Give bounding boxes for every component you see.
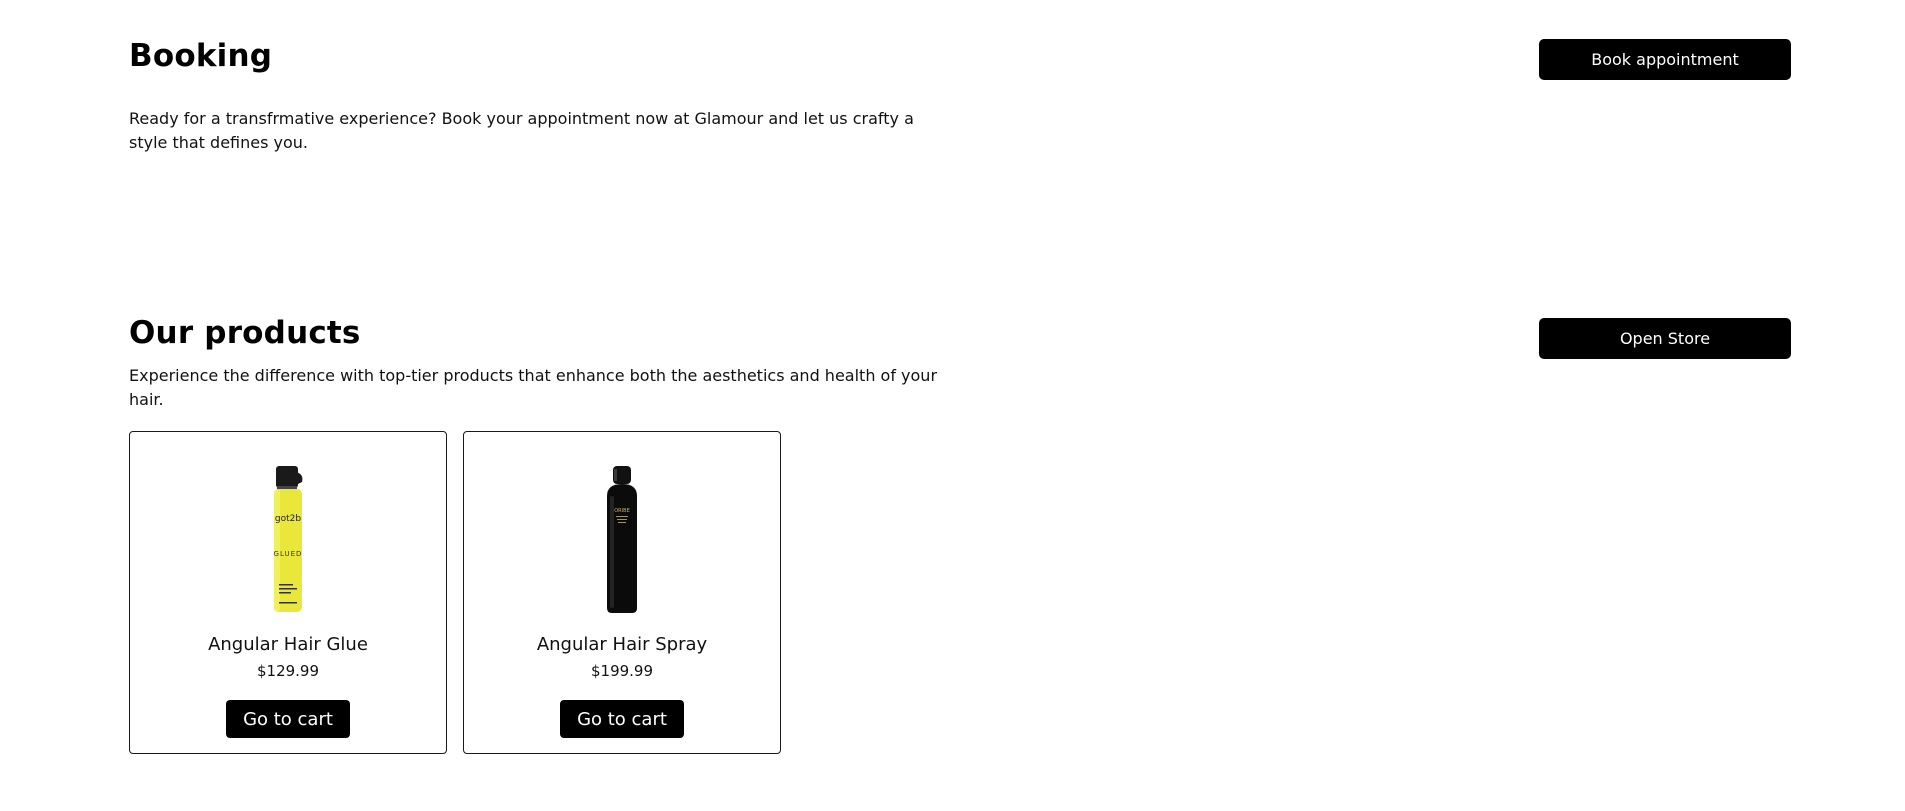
product-list: got2b GLUED Angular Hair Glue $129.99 Go… xyxy=(129,431,781,754)
product-price: $199.99 xyxy=(590,662,654,680)
svg-text:GLUED: GLUED xyxy=(274,550,303,558)
go-to-cart-button[interactable]: Go to cart xyxy=(560,700,684,738)
hair-glue-image: got2b GLUED xyxy=(274,466,303,612)
booking-section: Booking Ready for a transfrmative experi… xyxy=(129,0,1791,250)
open-store-button[interactable]: Open Store xyxy=(1539,318,1791,359)
product-name: Angular Hair Spray xyxy=(536,634,708,655)
products-section: Our products Experience the difference w… xyxy=(129,300,1791,800)
products-title: Our products xyxy=(129,315,361,351)
hair-spray-image: ORIBE xyxy=(607,466,637,613)
product-card: ORIBE Angular Hair Spray $199.99 Go to c… xyxy=(463,431,781,754)
product-name: Angular Hair Glue xyxy=(208,634,368,655)
products-description: Experience the difference with top-tier … xyxy=(129,366,938,409)
booking-title: Booking xyxy=(129,38,273,74)
booking-description: Ready for a transfrmative experience? Bo… xyxy=(129,109,914,152)
product-price: $129.99 xyxy=(256,662,320,680)
book-appointment-button[interactable]: Book appointment xyxy=(1539,39,1791,80)
svg-text:got2b: got2b xyxy=(275,514,301,524)
go-to-cart-button[interactable]: Go to cart xyxy=(226,700,350,738)
svg-text:ORIBE: ORIBE xyxy=(614,508,629,514)
product-card: got2b GLUED Angular Hair Glue $129.99 Go… xyxy=(129,431,447,754)
